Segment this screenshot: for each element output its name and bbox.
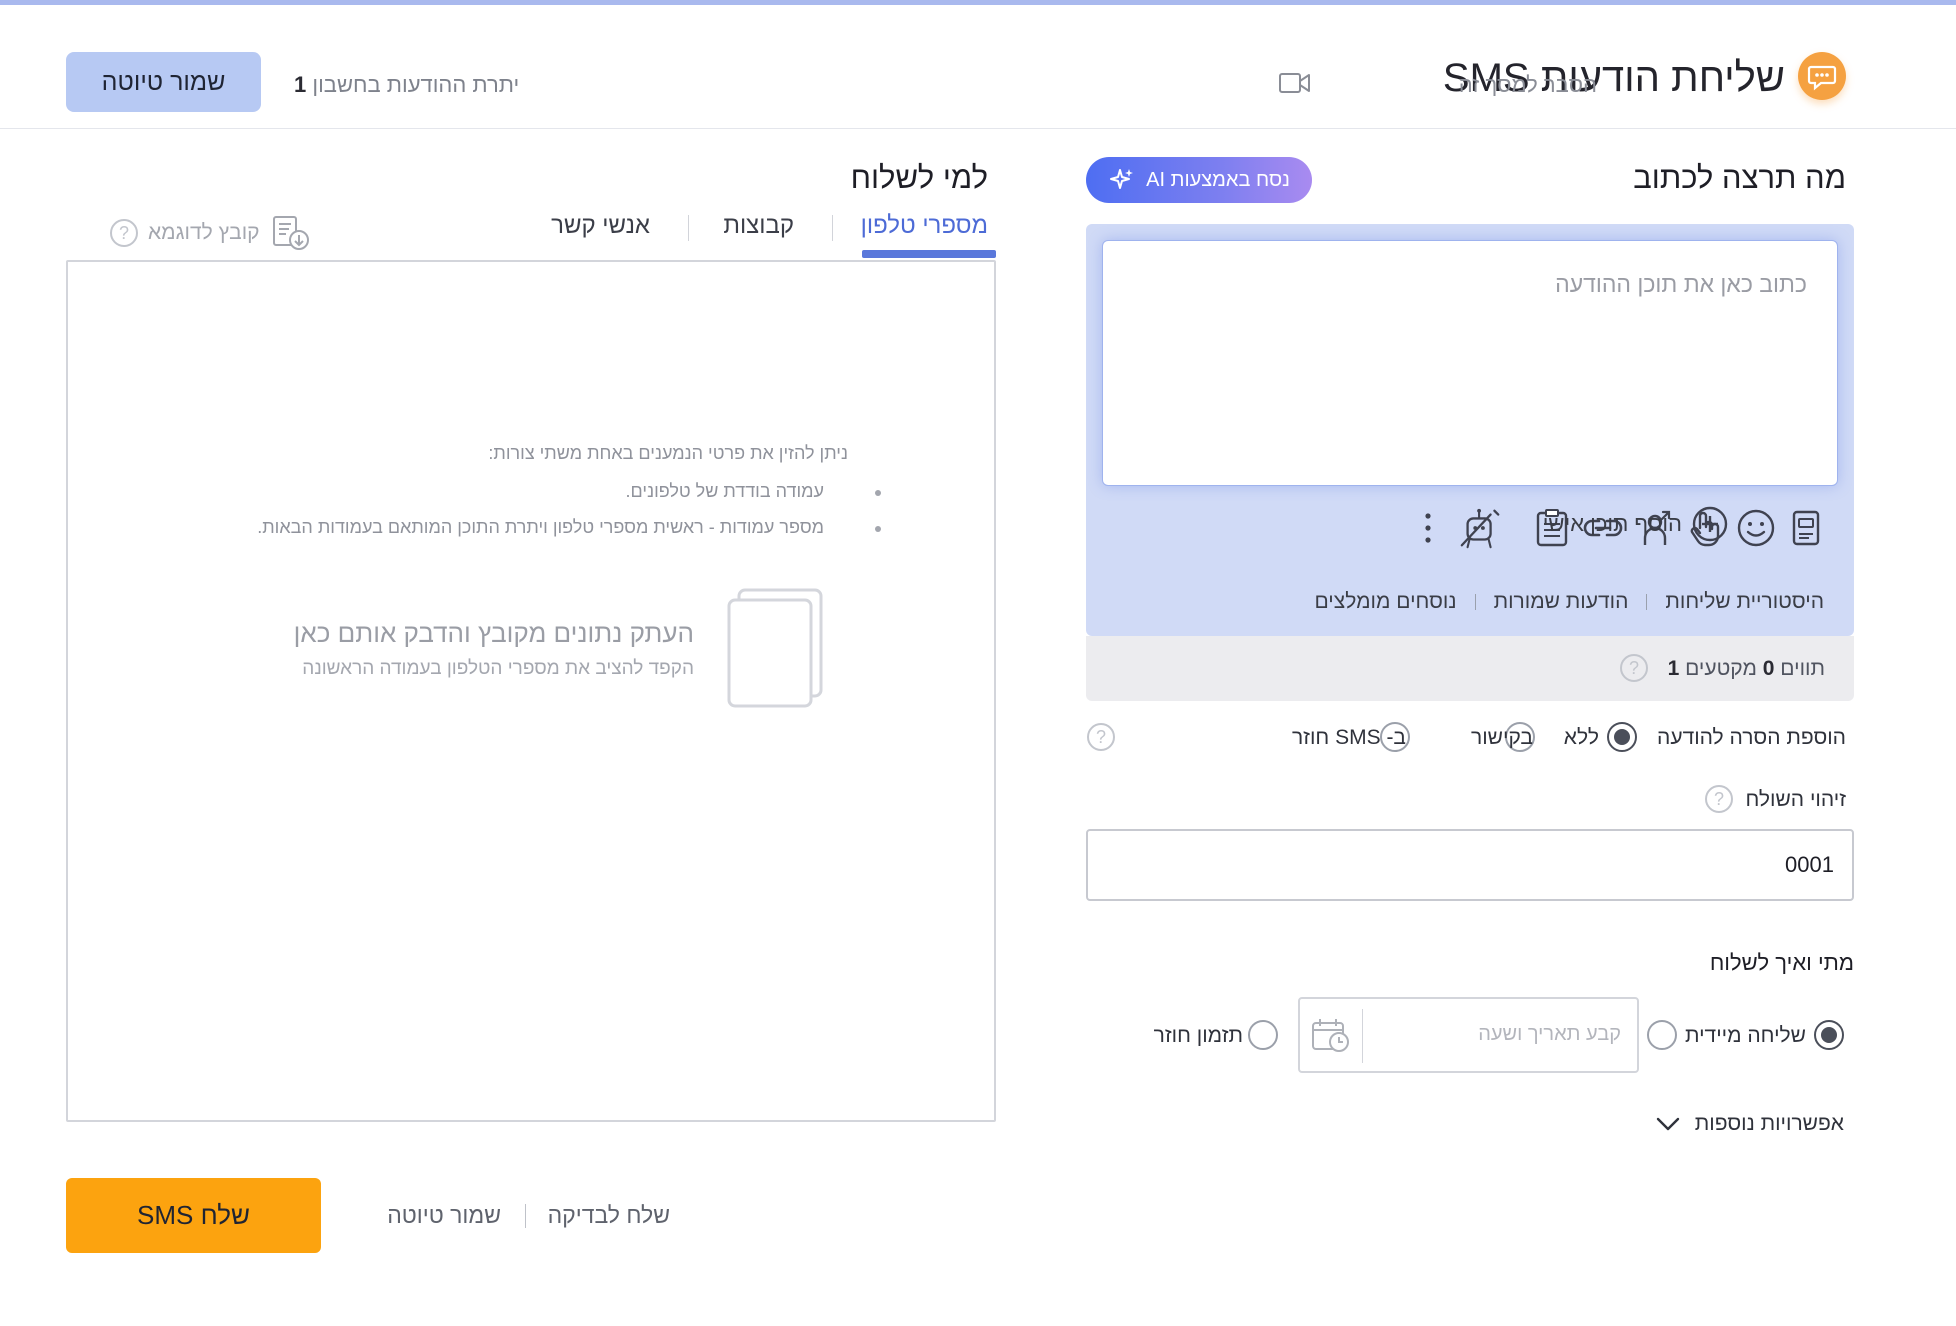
recurring-label: תזמון חוזר [1153,1024,1243,1047]
sample-file-link[interactable]: קובץ לדוגמא ? [110,214,312,252]
video-camera-icon[interactable] [1278,71,1312,95]
timing-title: מתי ואיך לשלוח [1709,950,1854,975]
tab-phone-numbers[interactable]: מספרי טלפון [861,212,988,240]
compose-title: מה תרצה לכתוב [1633,160,1846,195]
immediate-send-label: שליחה מיידית [1685,1024,1806,1047]
calendar-clock-icon [1312,1019,1349,1052]
schedule-placeholder: קבע תאריך ושעה [1478,1023,1621,1045]
ai-robot-icon[interactable] [1458,505,1504,551]
chevron-down-icon [1656,1117,1679,1131]
recipients-title: למי לשלוח [850,160,988,195]
counter-prefix: תווים [1780,657,1825,680]
ai-compose-label: נסח באמצעות AI [1146,168,1290,191]
more-options-label: אפשרויות נוספות [1694,1112,1844,1135]
schedule-datetime-input[interactable]: קבע תאריך ושעה [1298,997,1639,1073]
help-icon[interactable]: ? [1087,723,1115,751]
recommended-templates-link[interactable]: נוסחים מומלצים [1314,590,1456,614]
ai-compose-button[interactable]: נסח באמצעות AI [1086,157,1312,203]
more-vertical-icon[interactable] [1406,505,1450,551]
counter-middle: מקטעים [1685,657,1757,680]
removal-sms-label: ב- SMS חוזר [1291,726,1406,749]
schedule-radio[interactable] [1647,1020,1677,1050]
message-textarea[interactable]: כתוב כאן את תוכן ההודעה [1102,240,1838,486]
removal-label: הוספת הסרה להודעה [1657,726,1846,749]
tab-separator [832,215,833,241]
removal-link-label: בקישור [1471,726,1533,749]
instruction-item: מספר עמודות - ראשית מספרי טלפון ויתרת הת… [257,517,824,537]
instruction-item: עמודה בודדת של טלפונים. [625,481,824,501]
remaining-label: יתרת ההודעות בחשבון [312,72,520,97]
contact-card-icon[interactable] [1783,505,1829,551]
saved-messages-link[interactable]: הודעות שמורות [1494,590,1629,614]
bullet [875,490,881,496]
emoji-icon[interactable] [1733,505,1779,551]
link-separator [1646,594,1648,610]
send-sms-button[interactable]: שלח SMS [66,1178,321,1253]
sparkle-icon [1110,169,1134,189]
sample-file-label: קובץ לדוגמא [148,221,260,244]
instructions-title: ניתן להזין את פרטי הנמענים באחת משתי צור… [488,443,848,463]
footer-separator [525,1204,526,1228]
bullet [875,526,881,532]
remaining-messages: יתרת ההודעות בחשבון 1 [294,72,519,98]
date-divider [1362,1009,1363,1063]
paste-subtitle: הקפד להציב את מספרי הטלפון בעמודה הראשונ… [302,658,694,679]
tab-separator [688,215,689,241]
recurring-radio[interactable] [1248,1020,1278,1050]
immediate-send-radio[interactable] [1814,1020,1844,1050]
remaining-count: 1 [294,72,307,97]
help-icon[interactable]: ? [1620,654,1648,682]
character-counter: תווים 0 מקטעים 1 [1668,657,1825,681]
removal-none-radio[interactable] [1607,722,1637,752]
counter-chars: 0 [1762,657,1775,680]
download-file-icon [272,216,309,250]
more-options-toggle[interactable]: אפשרויות נוספות [1655,1112,1844,1136]
sender-id-input[interactable]: 0001 [1086,829,1854,901]
counter-segments: 1 [1667,657,1680,680]
save-draft-top-button[interactable]: שמור טיוטה [66,52,261,112]
save-draft-link[interactable]: שמור טיוטה [387,1202,501,1229]
add-personal-content-label: הוסף תוכן אישי [1542,511,1682,536]
help-icon[interactable]: ? [1705,785,1733,813]
send-history-link[interactable]: היסטוריית שליחות [1665,590,1824,614]
send-test-link[interactable]: שלח לבדיקה [548,1202,670,1229]
active-tab-indicator [862,250,996,258]
plus-circle-icon [1692,506,1728,542]
copy-documents-icon [727,588,823,708]
chat-bubble-icon [1798,52,1846,100]
removal-none-label: ללא [1563,726,1599,749]
add-personal-content-button[interactable]: הוסף תוכן אישי [1543,506,1728,542]
sender-label: זיהוי השולח [1745,788,1847,811]
recipients-paste-area[interactable]: ניתן להזין את פרטי הנמענים באחת משתי צור… [66,260,996,1122]
help-icon[interactable]: ? [110,219,138,247]
compose-links: היסטוריית שליחות הודעות שמורות נוסחים מו… [1314,590,1824,614]
tab-groups[interactable]: קבוצות [723,212,794,240]
paste-title: העתק נתונים מקובץ והדבק אותם כאן [293,618,694,648]
tab-contacts[interactable]: אנשי קשר [551,212,650,240]
explain-screen-link[interactable]: הסבר למסך זה [1459,72,1597,98]
link-separator [1474,594,1476,610]
